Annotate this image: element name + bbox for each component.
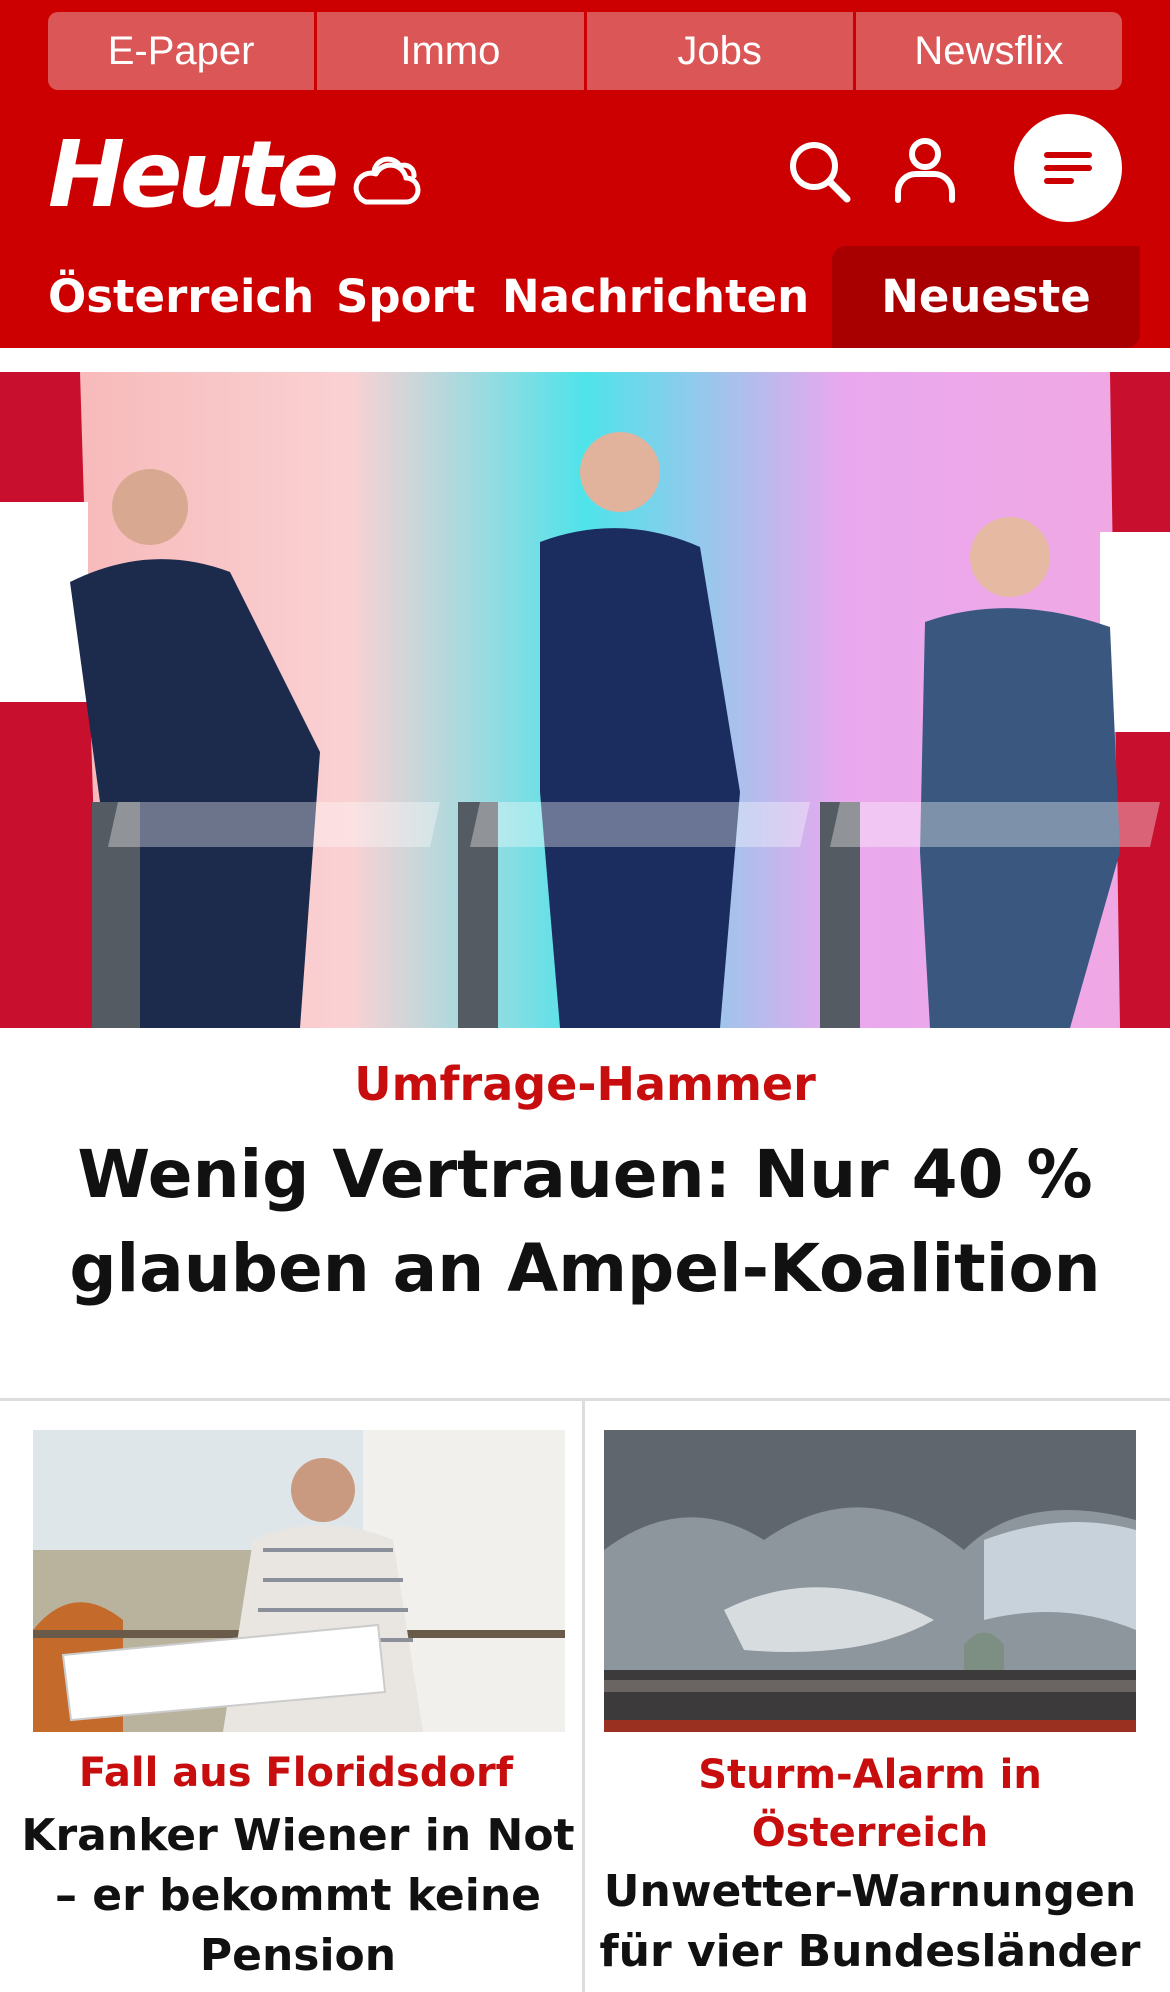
nav-item-neueste[interactable]: Neueste: [832, 246, 1140, 348]
hero-headline[interactable]: Wenig Vertrauen: Nur 40 % glauben an Amp…: [60, 1128, 1110, 1316]
weather-cloud-icon[interactable]: [346, 146, 422, 214]
site-header: E-Paper Immo Jobs Newsflix Heute Österre…: [0, 0, 1170, 348]
site-logo[interactable]: Heute: [48, 120, 339, 230]
nav-item-oesterreich[interactable]: Österreich: [48, 246, 314, 348]
search-icon[interactable]: [786, 138, 852, 204]
menu-button[interactable]: [1014, 114, 1122, 222]
section-divider: [0, 1398, 1170, 1401]
teaser-kicker-1[interactable]: Fall aus Floridsdorf: [26, 1744, 566, 1802]
menu-icon: [1044, 152, 1092, 184]
service-link-newsflix[interactable]: Newsflix: [855, 12, 1122, 90]
teaser-headline-2[interactable]: Unwetter-Warnungen für vier Bundesländer: [590, 1862, 1150, 1982]
column-divider: [582, 1398, 585, 1992]
hero-image[interactable]: [0, 372, 1170, 1028]
user-icon[interactable]: [892, 136, 958, 204]
teaser-headline-1[interactable]: Kranker Wiener in Not – er bekommt keine…: [18, 1806, 578, 1986]
service-bar: E-Paper Immo Jobs Newsflix: [48, 12, 1122, 90]
nav-item-sport[interactable]: Sport: [336, 246, 475, 348]
hero-kicker[interactable]: Umfrage-Hammer: [0, 1052, 1170, 1116]
service-link-jobs[interactable]: Jobs: [586, 12, 856, 90]
teaser-kicker-2[interactable]: Sturm-Alarm in Österreich: [600, 1746, 1140, 1862]
nav-item-nachrichten[interactable]: Nachrichten: [502, 246, 809, 348]
teaser-image-2[interactable]: [604, 1430, 1136, 1732]
service-link-epaper[interactable]: E-Paper: [48, 12, 318, 90]
teaser-image-1[interactable]: [33, 1430, 565, 1732]
main-nav: Österreich Sport Nachrichten Neueste: [0, 246, 1170, 348]
service-link-immo[interactable]: Immo: [317, 12, 587, 90]
